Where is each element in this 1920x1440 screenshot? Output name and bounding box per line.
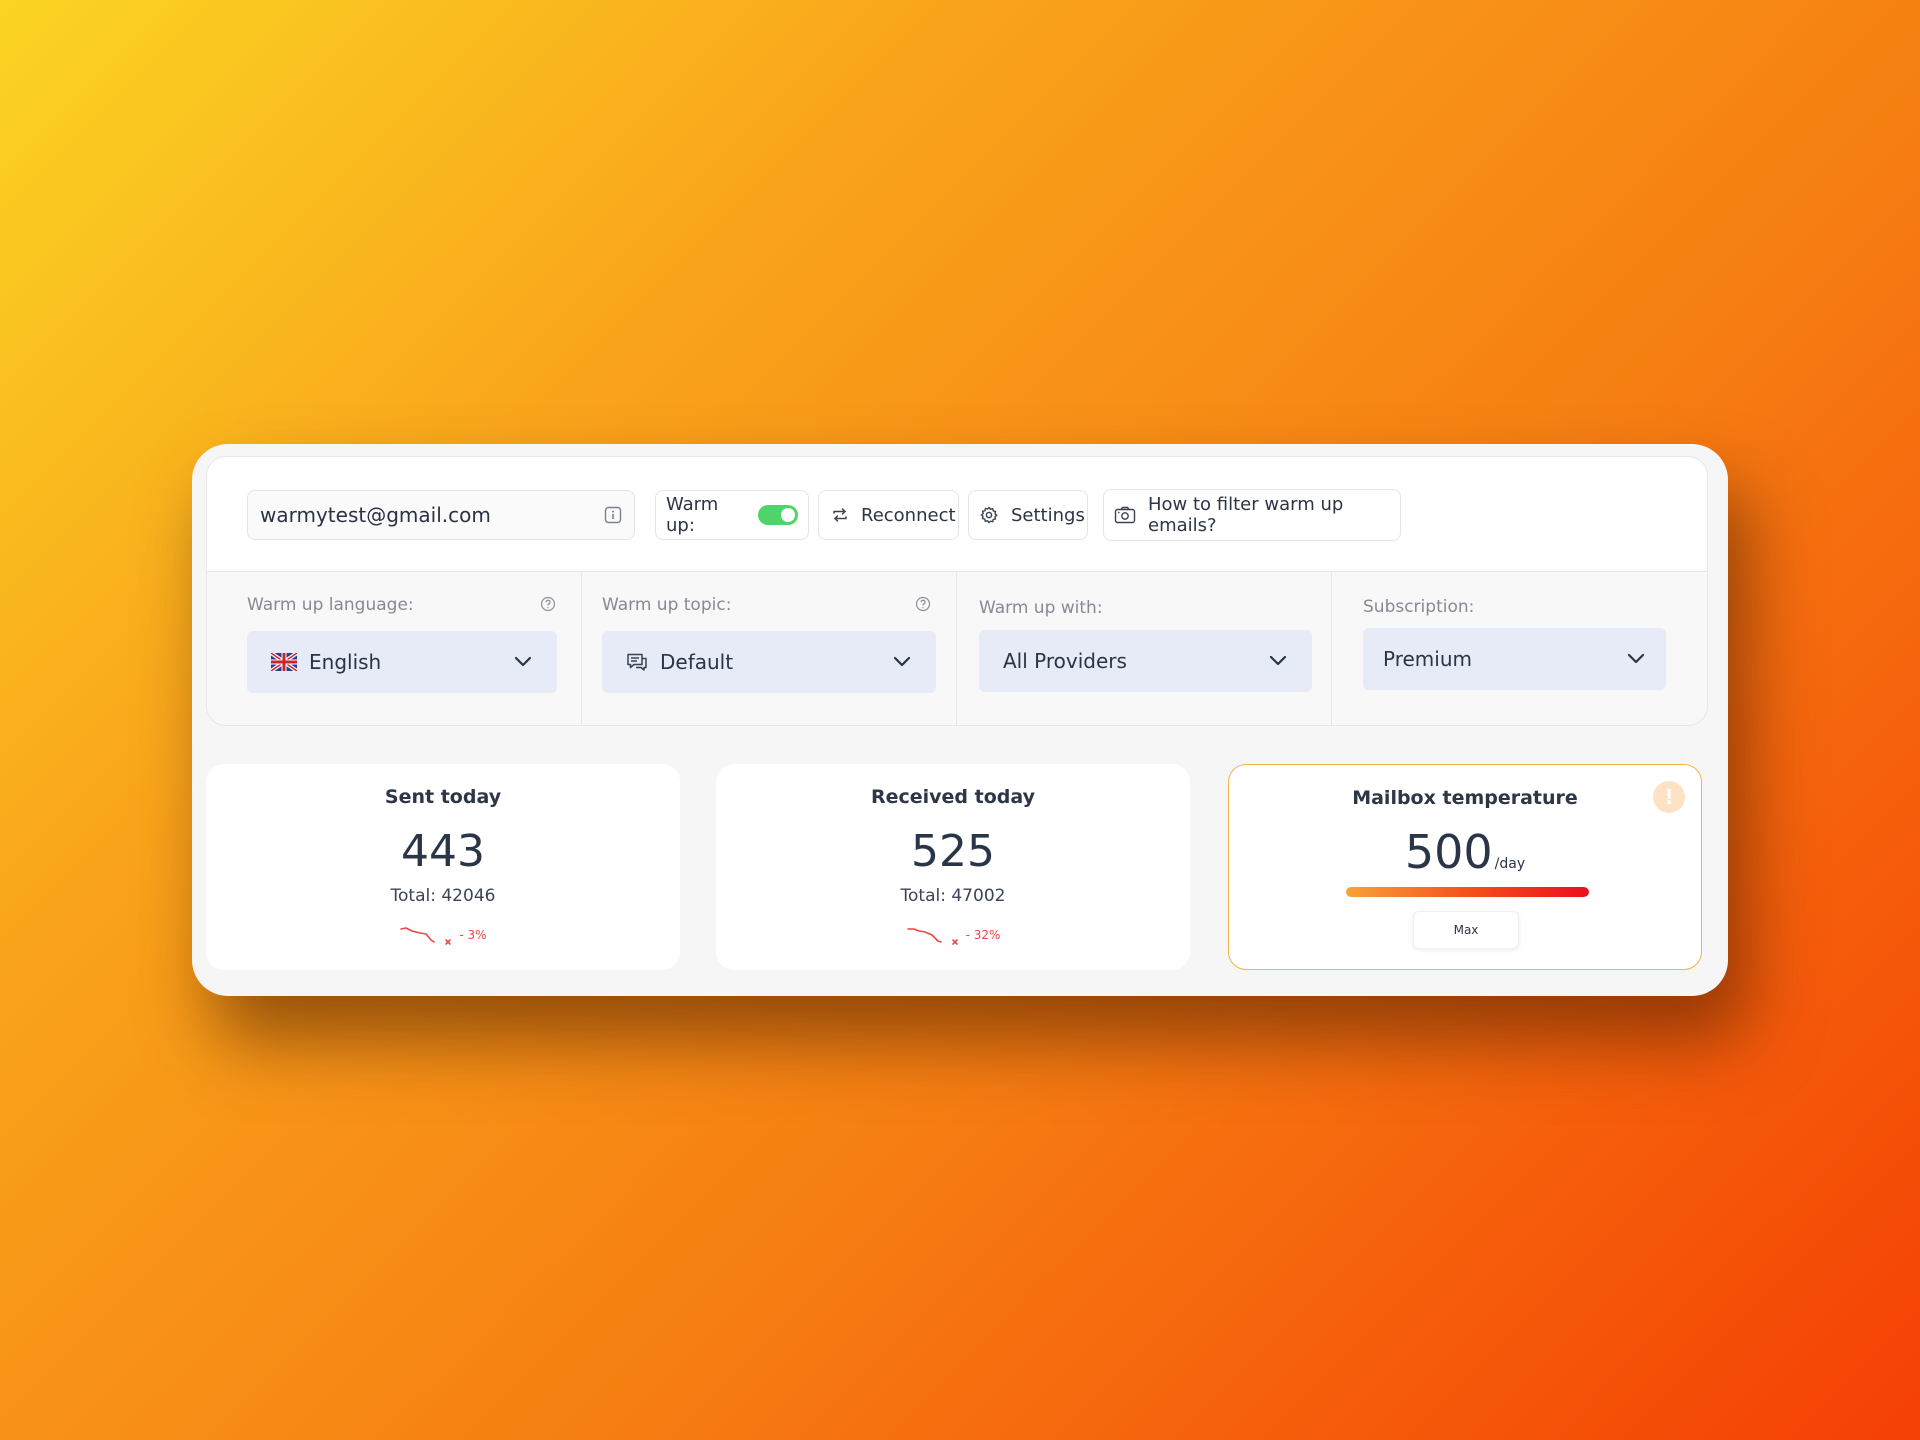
- warmup-card: warmytest@gmail.com Warm up: Reconnect S…: [192, 444, 1728, 996]
- subscription-select[interactable]: Premium: [1363, 628, 1666, 690]
- providers-setting: Warm up with: All Providers: [956, 571, 1332, 725]
- temperature-bar: [1346, 887, 1589, 897]
- chat-icon: [627, 653, 647, 671]
- max-label: Max: [1453, 923, 1479, 937]
- subscription-label: Subscription:: [1363, 597, 1475, 617]
- warmup-toggle[interactable]: [758, 505, 798, 525]
- email-address: warmytest@gmail.com: [260, 503, 491, 527]
- warmup-toggle-control: Warm up:: [655, 490, 809, 540]
- sent-today-card: Sent today 443 Total: 42046 - 3%: [206, 764, 680, 970]
- mailbox-toolbar: warmytest@gmail.com Warm up: Reconnect S…: [207, 457, 1707, 572]
- temperature-bar-fill: [1346, 887, 1589, 897]
- gear-icon: [980, 506, 998, 524]
- language-value: English: [309, 650, 382, 674]
- language-setting: Warm up language: English: [207, 571, 581, 725]
- trend-down-icon: [906, 928, 958, 945]
- received-trend-text: - 32%: [965, 928, 1001, 942]
- info-icon[interactable]: [604, 506, 622, 524]
- max-button[interactable]: Max: [1413, 911, 1519, 949]
- email-field[interactable]: warmytest@gmail.com: [247, 490, 635, 540]
- sent-today-title: Sent today: [384, 786, 502, 808]
- temperature-unit: /day: [1494, 856, 1526, 872]
- received-total: Total: 47002: [900, 886, 1006, 906]
- providers-value: All Providers: [1003, 649, 1127, 673]
- sent-trend: - 3%: [206, 924, 680, 946]
- warning-icon[interactable]: !: [1653, 781, 1685, 813]
- received-today-title: Received today: [870, 786, 1036, 808]
- help-icon[interactable]: [540, 596, 556, 612]
- temperature-number: 500: [1404, 825, 1493, 879]
- uk-flag-icon: [271, 653, 297, 671]
- providers-label: Warm up with:: [979, 598, 1103, 618]
- temperature-value: 500/day: [1229, 825, 1701, 879]
- topic-value: Default: [660, 650, 734, 674]
- topic-select[interactable]: Default: [602, 631, 936, 693]
- subscription-setting: Subscription: Premium: [1331, 571, 1707, 725]
- mailbox-temperature-card: Mailbox temperature ! 500/day Max: [1228, 764, 1702, 970]
- chevron-down-icon: [514, 656, 532, 667]
- filter-help-button[interactable]: How to filter warm up emails?: [1103, 489, 1401, 541]
- chevron-down-icon: [893, 656, 911, 667]
- filter-help-label: How to filter warm up emails?: [1148, 494, 1344, 536]
- language-label: Warm up language:: [247, 595, 414, 615]
- reconnect-label: Reconnect: [861, 504, 956, 526]
- sent-trend-text: - 3%: [459, 928, 487, 942]
- received-trend: - 32%: [716, 924, 1190, 946]
- repeat-icon: [833, 508, 847, 522]
- language-select[interactable]: English: [247, 631, 557, 693]
- subscription-value: Premium: [1383, 647, 1472, 671]
- chevron-down-icon: [1627, 653, 1645, 664]
- settings-button[interactable]: Settings: [968, 490, 1088, 540]
- temperature-title: Mailbox temperature: [1352, 787, 1578, 809]
- sent-total: Total: 42046: [390, 886, 496, 906]
- sent-today-value: 443: [401, 826, 485, 877]
- chevron-down-icon: [1269, 655, 1287, 666]
- providers-select[interactable]: All Providers: [979, 630, 1312, 692]
- mailbox-settings-panel: warmytest@gmail.com Warm up: Reconnect S…: [206, 456, 1708, 726]
- warmup-label: Warm up:: [666, 494, 719, 536]
- received-today-value: 525: [911, 826, 995, 877]
- camera-icon: [1114, 506, 1136, 524]
- settings-label: Settings: [1011, 504, 1085, 526]
- topic-setting: Warm up topic: Default: [581, 571, 957, 725]
- help-icon[interactable]: [915, 596, 931, 612]
- topic-label: Warm up topic:: [602, 595, 732, 615]
- reconnect-button[interactable]: Reconnect: [818, 490, 959, 540]
- trend-down-icon: [400, 927, 452, 945]
- received-today-card: Received today 525 Total: 47002 - 32%: [716, 764, 1190, 970]
